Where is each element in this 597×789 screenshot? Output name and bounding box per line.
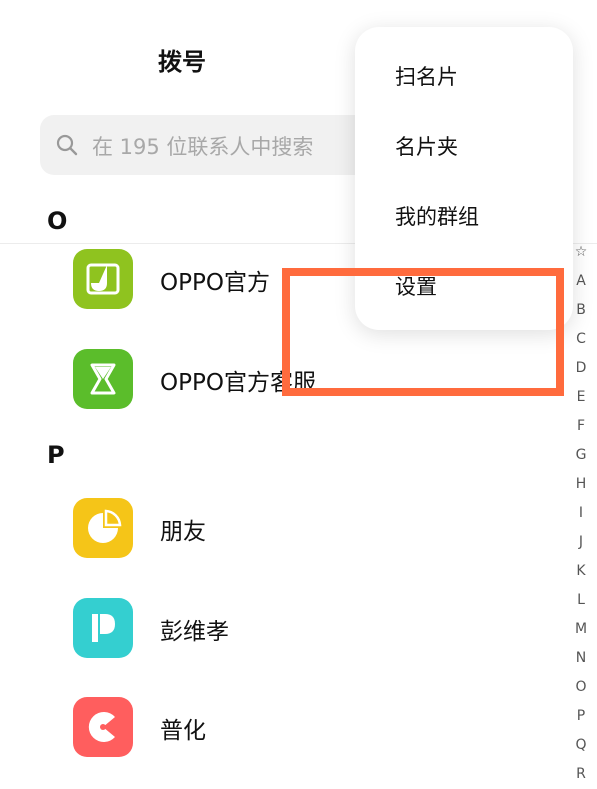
index-letter[interactable]: R	[569, 760, 593, 789]
index-letter[interactable]: J	[569, 528, 593, 557]
section-header-o: O	[47, 207, 68, 235]
hourglass-icon	[90, 363, 116, 395]
contact-row[interactable]: 彭维孝	[73, 598, 553, 660]
contact-row[interactable]: 普化	[73, 697, 553, 759]
index-letter[interactable]: I	[569, 499, 593, 528]
menu-item-card-folder[interactable]: 名片夹	[395, 131, 458, 161]
pacman-avatar-icon	[88, 712, 115, 742]
menu-item-my-groups[interactable]: 我的群组	[395, 201, 479, 231]
highlight-box	[282, 268, 564, 396]
pie-avatar-icon	[88, 509, 122, 543]
contact-avatar	[73, 249, 133, 309]
p-letter-avatar-icon	[92, 614, 115, 642]
contact-row[interactable]: 朋友	[73, 498, 553, 560]
index-letter[interactable]: H	[569, 470, 593, 499]
index-letter[interactable]: N	[569, 644, 593, 673]
index-letter[interactable]: K	[569, 557, 593, 586]
index-letter[interactable]: P	[569, 702, 593, 731]
alphabet-index[interactable]: ☆ A B C D E F G H I J K L M N O P Q R	[569, 238, 593, 789]
page-title: 拨号	[158, 48, 206, 76]
menu-item-scan-card[interactable]: 扫名片	[395, 61, 458, 91]
index-letter[interactable]: D	[569, 354, 593, 383]
section-header-p: P	[47, 441, 65, 469]
contact-avatar	[73, 498, 133, 558]
index-letter[interactable]: L	[569, 586, 593, 615]
contact-avatar	[73, 598, 133, 658]
search-icon	[56, 134, 78, 156]
contact-avatar	[73, 349, 133, 409]
index-letter[interactable]: Q	[569, 731, 593, 760]
index-letter[interactable]: G	[569, 441, 593, 470]
index-letter[interactable]: E	[569, 383, 593, 412]
contact-name: 朋友	[160, 519, 206, 545]
contact-name: 普化	[160, 718, 206, 744]
contact-name: 彭维孝	[160, 619, 229, 645]
contact-avatar	[73, 697, 133, 757]
contact-name: OPPO官方	[160, 270, 270, 296]
oppo-logo-icon	[86, 263, 120, 295]
index-letter[interactable]: M	[569, 615, 593, 644]
search-placeholder: 在 195 位联系人中搜索	[92, 135, 314, 159]
index-letter[interactable]: O	[569, 673, 593, 702]
index-letter[interactable]: F	[569, 412, 593, 441]
index-letter[interactable]: C	[569, 325, 593, 354]
